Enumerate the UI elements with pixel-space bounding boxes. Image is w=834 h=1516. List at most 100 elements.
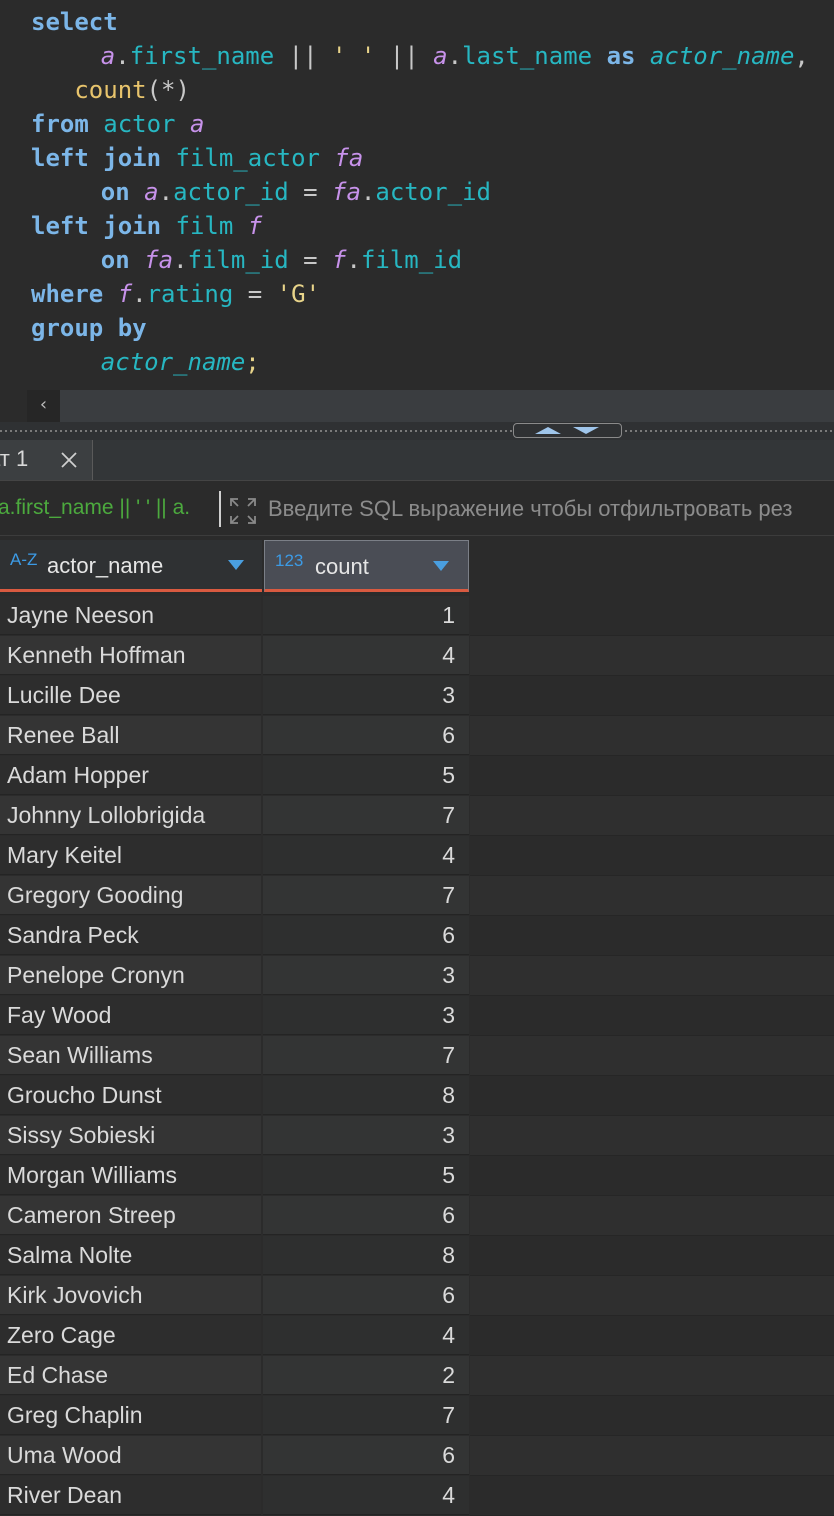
column-menu-icon[interactable] (228, 560, 244, 570)
cell-actor-name[interactable]: Ed Chase (0, 1356, 261, 1395)
sql-editor[interactable]: select a.first_name || ' ' || a.last_nam… (0, 0, 834, 390)
table-row[interactable]: Lucille Dee 3 (0, 676, 834, 716)
splitter-grip (0, 430, 834, 432)
cell-actor-name[interactable]: Cameron Streep (0, 1196, 261, 1235)
table-row[interactable]: Kenneth Hoffman 4 (0, 636, 834, 676)
cell-count[interactable]: 7 (263, 1036, 469, 1075)
filter-history-query[interactable]: a.first_name || ' ' || a. (0, 496, 190, 520)
empty-area (470, 1236, 834, 1276)
filter-input[interactable] (268, 493, 834, 525)
cell-actor-name[interactable]: Renee Ball (0, 716, 261, 755)
table-row[interactable]: Morgan Williams 5 (0, 1156, 834, 1196)
cell-count[interactable]: 7 (263, 1396, 469, 1435)
expand-down-icon[interactable] (573, 427, 599, 434)
table-row[interactable]: Ed Chase 2 (0, 1356, 834, 1396)
cell-actor-name[interactable]: Zero Cage (0, 1316, 261, 1355)
cell-count[interactable]: 6 (263, 1436, 469, 1475)
table-row[interactable]: Mary Keitel 4 (0, 836, 834, 876)
cell-count[interactable]: 4 (263, 836, 469, 875)
table-row[interactable]: Uma Wood 6 (0, 1436, 834, 1476)
cell-actor-name[interactable]: Kenneth Hoffman (0, 636, 261, 675)
table-row[interactable]: River Dean 4 (0, 1476, 834, 1516)
code-token: actor_id (173, 178, 289, 206)
column-header-count[interactable]: 123 count (264, 540, 469, 592)
cell-actor-name[interactable]: Johnny Lollobrigida (0, 796, 261, 835)
table-row[interactable]: Johnny Lollobrigida 7 (0, 796, 834, 836)
cell-actor-name[interactable]: River Dean (0, 1476, 261, 1515)
cell-actor-name[interactable]: Salma Nolte (0, 1236, 261, 1275)
cell-actor-name[interactable]: Greg Chaplin (0, 1396, 261, 1435)
column-header-actor-name[interactable]: A-Z actor_name (0, 540, 262, 592)
cell-actor-name[interactable]: Fay Wood (0, 996, 261, 1035)
cell-actor-name[interactable]: Sissy Sobieski (0, 1116, 261, 1155)
table-row[interactable]: Kirk Jovovich 6 (0, 1276, 834, 1316)
close-icon[interactable] (59, 450, 79, 470)
cell-count[interactable]: 1 (263, 596, 469, 635)
cell-count[interactable]: 4 (263, 1316, 469, 1355)
cell-count[interactable]: 3 (263, 956, 469, 995)
code-token: = (288, 246, 333, 274)
table-row[interactable]: Sandra Peck 6 (0, 916, 834, 956)
table-row[interactable]: Groucho Dunst 8 (0, 1076, 834, 1116)
code-token: fa (144, 246, 174, 274)
code-token: fa (334, 144, 364, 172)
cell-actor-name[interactable]: Sandra Peck (0, 916, 261, 955)
tab-result-1[interactable]: ат 1 (0, 440, 93, 480)
cell-actor-name[interactable]: Uma Wood (0, 1436, 261, 1475)
cell-count[interactable]: 4 (263, 1476, 469, 1515)
table-row[interactable]: Penelope Cronyn 3 (0, 956, 834, 996)
table-row[interactable]: Zero Cage 4 (0, 1316, 834, 1356)
cell-count[interactable]: 3 (263, 676, 469, 715)
table-row[interactable]: Renee Ball 6 (0, 716, 834, 756)
table-row[interactable]: Sean Williams 7 (0, 1036, 834, 1076)
column-menu-icon[interactable] (433, 561, 449, 571)
splitter-toggle-handle[interactable] (513, 423, 622, 438)
cell-count[interactable]: 7 (263, 796, 469, 835)
cell-count[interactable]: 8 (263, 1076, 469, 1115)
table-row[interactable]: Jayne Neeson 1 (0, 596, 834, 636)
table-row[interactable]: Gregory Gooding 7 (0, 876, 834, 916)
cell-actor-name[interactable]: Lucille Dee (0, 676, 261, 715)
table-row[interactable]: Fay Wood 3 (0, 996, 834, 1036)
cell-count[interactable]: 3 (263, 996, 469, 1035)
cell-actor-name[interactable]: Adam Hopper (0, 756, 261, 795)
cell-count[interactable]: 8 (263, 1236, 469, 1275)
code-line: on a.actor_id = fa.actor_id (43, 175, 491, 209)
table-row[interactable]: Cameron Streep 6 (0, 1196, 834, 1236)
cell-count[interactable]: 4 (263, 636, 469, 675)
cell-count[interactable]: 2 (263, 1356, 469, 1395)
empty-area (470, 1116, 834, 1156)
cell-count[interactable]: 5 (263, 1156, 469, 1195)
cell-count[interactable]: 6 (263, 1196, 469, 1235)
cell-actor-name[interactable]: Penelope Cronyn (0, 956, 261, 995)
cell-count[interactable]: 3 (263, 1116, 469, 1155)
cell-actor-name[interactable]: Morgan Williams (0, 1156, 261, 1195)
scroll-left-button[interactable]: ‹ (27, 390, 60, 422)
cell-actor-name[interactable]: Jayne Neeson (0, 596, 261, 635)
table-row[interactable]: Adam Hopper 5 (0, 756, 834, 796)
empty-area (470, 1316, 834, 1356)
expand-icon[interactable] (229, 497, 257, 525)
table-row[interactable]: Salma Nolte 8 (0, 1236, 834, 1276)
cell-actor-name[interactable]: Kirk Jovovich (0, 1276, 261, 1315)
results-tab-bar: ат 1 (0, 440, 834, 481)
cell-actor-name[interactable]: Groucho Dunst (0, 1076, 261, 1115)
table-row[interactable]: Greg Chaplin 7 (0, 1396, 834, 1436)
cell-actor-name[interactable]: Mary Keitel (0, 836, 261, 875)
cell-count[interactable]: 6 (263, 916, 469, 955)
cell-count[interactable]: 5 (263, 756, 469, 795)
editor-horizontal-scrollbar[interactable]: ‹ (27, 390, 834, 422)
cell-count[interactable]: 7 (263, 876, 469, 915)
empty-area (470, 756, 834, 796)
cell-count[interactable]: 6 (263, 1276, 469, 1315)
cell-actor-name[interactable]: Sean Williams (0, 1036, 261, 1075)
code-token: on (100, 246, 130, 274)
cell-actor-name[interactable]: Gregory Gooding (0, 876, 261, 915)
code-token: left join (31, 212, 162, 240)
table-row[interactable]: Sissy Sobieski 3 (0, 1116, 834, 1156)
cell-count[interactable]: 6 (263, 716, 469, 755)
collapse-up-icon[interactable] (535, 427, 561, 434)
